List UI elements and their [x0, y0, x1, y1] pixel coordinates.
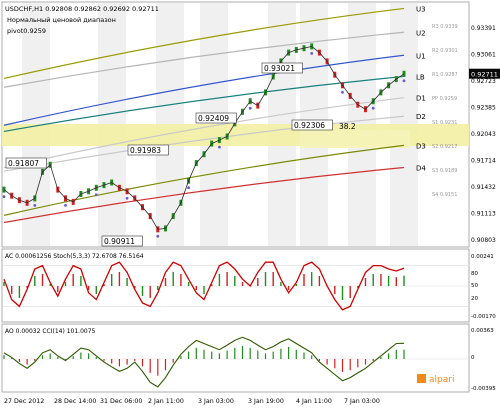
level-label: D4 — [416, 165, 426, 173]
fractal-point — [187, 186, 191, 190]
fractal-point — [248, 106, 252, 110]
ind2-tick: 0.00363 — [471, 328, 494, 334]
annotation-label: 0.92409 — [198, 114, 229, 123]
annotation-label: 0.91807 — [8, 159, 39, 168]
fractal-point — [125, 196, 129, 200]
price-tick: 0.93061 — [471, 52, 496, 59]
annotation-label: 38.2 — [339, 122, 356, 131]
ind2-tick: 0 — [471, 355, 475, 361]
pivot-label: R2 0.9301 — [432, 48, 458, 54]
fractal-point — [156, 234, 160, 238]
fractal-point — [310, 52, 314, 55]
price-tick: 0.92043 — [471, 131, 496, 138]
ind1-tick: 50 — [471, 283, 478, 289]
fractal-point — [371, 106, 375, 110]
pivot-label: S2 0.9217 — [432, 144, 457, 150]
price-tick: 0.91432 — [471, 184, 496, 191]
level-label: U2 — [416, 29, 426, 37]
fractal-point — [341, 90, 344, 94]
level-label: D1 — [416, 95, 426, 103]
time-axis: 27 Dec 2012 28 Dec 14:00 31 Dec 06:00 2 Jan… — [4, 398, 380, 405]
pivot-label: pivot0.9259 — [7, 27, 46, 35]
watermark-text: alpari — [429, 375, 454, 385]
fractal-point — [33, 204, 37, 207]
time-tick: 3 Jan 03:00 — [198, 398, 234, 405]
level-label: U3 — [416, 5, 426, 13]
pivot-label: S1 0.9231 — [432, 120, 457, 126]
pivot-label: R1 0.9287 — [432, 72, 458, 78]
current-price-label: 0.92711 — [471, 71, 498, 79]
ind1-tick: 20 — [471, 296, 478, 302]
fractal-point — [402, 79, 406, 83]
symbol-header: USDCHF,H1 0.92808 0.92862 0.92692 0.9271… — [5, 5, 159, 13]
chart: 0.91807 0.90911 0.91983 0.92409 0.93021 0.923… — [1, 1, 500, 405]
fractal-point — [218, 145, 221, 149]
time-tick: 3 Jan 19:00 — [248, 398, 284, 405]
pivot-label: PP 0.9259 — [432, 96, 457, 102]
fractal-point — [64, 204, 67, 207]
price-tick: 0.90803 — [471, 237, 496, 244]
price-tick: 0.91714 — [471, 158, 496, 165]
support-resistance-zones — [2, 124, 469, 148]
price-tick: 0.92385 — [471, 105, 496, 112]
level-label: D2 — [416, 113, 426, 121]
indicator-2-title: AO 0.00032 CCI(14) 101.0075 — [5, 328, 96, 335]
annotation-label: 0.90911 — [104, 237, 135, 246]
time-tick: 4 Jan 11:00 — [296, 398, 332, 405]
indicator-1-title: AC 0.00061256 Stoch(5,3,3) 72.6708 76.51… — [5, 253, 144, 260]
price-tick: 0.92723 — [471, 78, 496, 85]
time-tick: 28 Dec 14:00 — [54, 398, 96, 405]
ind2-tick: -0.00395 — [471, 386, 496, 392]
pivot-label: S3 0.9189 — [432, 168, 457, 174]
time-tick: 7 Jan 03:00 — [344, 398, 380, 405]
level-label: U1 — [416, 52, 426, 60]
ind1-tick: 80 — [471, 271, 478, 277]
ind1-tick: -0.00170 — [471, 314, 496, 320]
price-axis: 0.93391 0.93061 0.92723 0.92385 0.92043 0.917… — [469, 25, 500, 244]
time-tick: 2 Jan 11:00 — [148, 398, 184, 405]
time-tick: 27 Dec 2012 — [4, 398, 44, 405]
candle — [2, 186, 6, 193]
price-tick: 0.93391 — [471, 25, 496, 32]
pivot-label: R3 0.9339 — [432, 24, 458, 30]
annotation-label: 0.91983 — [130, 146, 161, 155]
fractal-point — [2, 195, 6, 199]
indicator-2-axis: 0.00363 0 -0.00395 — [471, 328, 496, 392]
price-tick: 0.91113 — [471, 211, 496, 218]
annotation-label: 0.93021 — [264, 64, 295, 73]
subtitle: Нормальный ценовой диапазон — [7, 16, 116, 24]
pivot-label: S4 0.9151 — [432, 192, 457, 198]
ind1-tick: 0.00241 — [471, 254, 494, 260]
annotation-label: 0.92306 — [294, 121, 325, 130]
fractal-point — [94, 193, 98, 197]
time-tick: 31 Dec 06:00 — [100, 398, 142, 405]
level-label: LB — [416, 74, 425, 82]
level-label: D3 — [416, 142, 426, 150]
indicator-1-axis: 0.00241 80 50 20 -0.00170 — [471, 254, 496, 320]
